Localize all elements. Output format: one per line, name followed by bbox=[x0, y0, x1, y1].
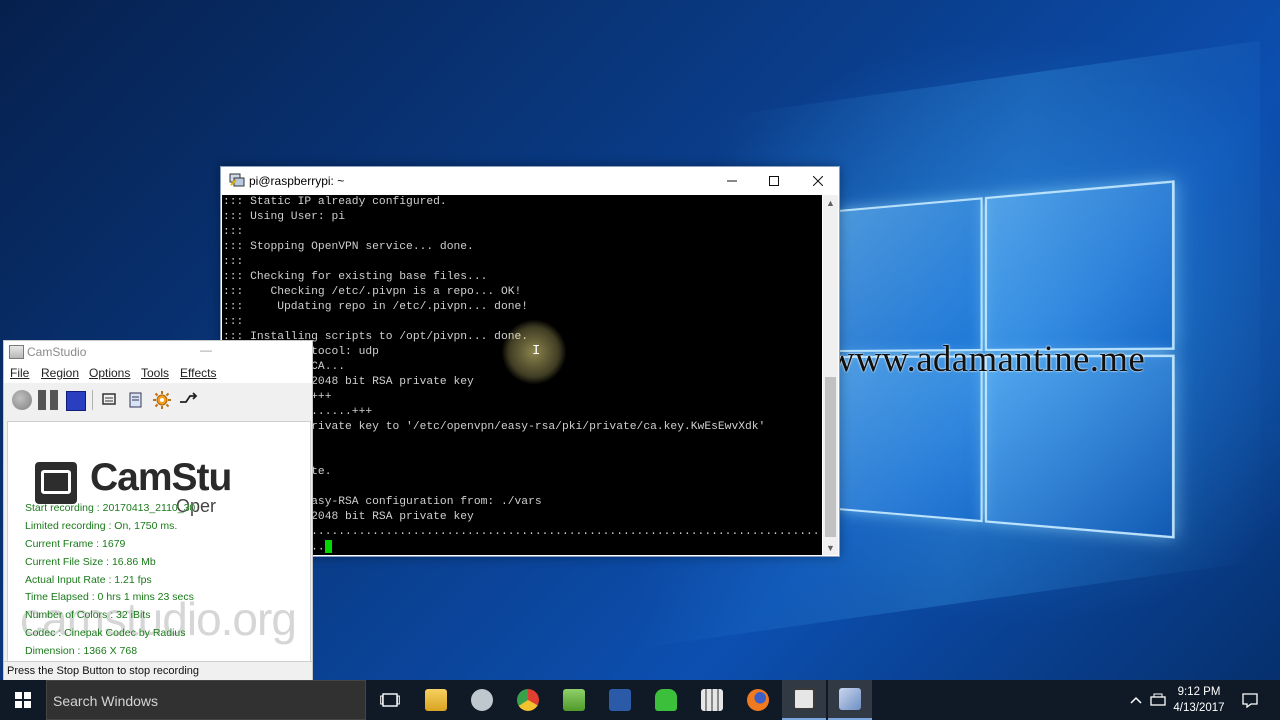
search-placeholder: Search Windows bbox=[53, 693, 158, 709]
annotation-icon[interactable] bbox=[126, 390, 146, 410]
close-icon bbox=[813, 176, 823, 186]
stat-colors: Number of Colors : 32 iBits bbox=[25, 607, 195, 625]
putty-icon bbox=[229, 173, 245, 187]
terminal-cursor bbox=[325, 540, 332, 553]
maximize-button[interactable] bbox=[753, 167, 795, 194]
logo-pane bbox=[985, 180, 1175, 351]
powershell-icon bbox=[609, 689, 631, 711]
terminal-line: ::: Using User: pi bbox=[222, 210, 822, 225]
scroll-down-arrow-icon[interactable]: ▼ bbox=[823, 540, 838, 555]
terminal-line: ::: Updating repo in /etc/.pivpn... done… bbox=[222, 300, 822, 315]
android-icon bbox=[655, 689, 677, 711]
status-text: Press the Stop Button to stop recording bbox=[7, 665, 199, 677]
watermark-text: www.adamantine.me bbox=[828, 338, 1145, 381]
stat-start-recording: Start recording : 20170413_2110_30 bbox=[25, 500, 195, 518]
terminal-line: ::: Checking for existing base files... bbox=[222, 270, 822, 285]
taskbar: Search Windows 9:12 PM 4/13/2017 bbox=[0, 680, 1280, 720]
menu-region[interactable]: Region bbox=[41, 366, 79, 380]
terminal-line: ::: Static IP already configured. bbox=[222, 195, 822, 210]
taskbar-file-explorer[interactable] bbox=[414, 680, 458, 720]
camstudio-logo-icon bbox=[35, 462, 77, 504]
camstudio-logo-text: CamStu bbox=[90, 456, 231, 500]
menu-effects[interactable]: Effects bbox=[180, 366, 216, 380]
camstudio-icon bbox=[793, 688, 815, 710]
network-icon bbox=[1150, 693, 1166, 707]
gear-icon[interactable] bbox=[152, 390, 172, 410]
taskbar-camstudio[interactable] bbox=[782, 680, 826, 720]
stat-file-size: Current File Size : 16.86 Mb bbox=[25, 554, 195, 572]
terminal-line: ::: bbox=[222, 255, 822, 270]
start-button[interactable] bbox=[0, 680, 46, 720]
taskbar-android[interactable] bbox=[644, 680, 688, 720]
taskbar-notepad-plus[interactable] bbox=[552, 680, 596, 720]
camstudio-icon bbox=[9, 345, 24, 359]
recording-stats: Start recording : 20170413_2110_30 Limit… bbox=[25, 500, 195, 661]
task-view-button[interactable] bbox=[368, 680, 412, 720]
logo-pane bbox=[985, 355, 1175, 539]
clock-time: 9:12 PM bbox=[1166, 684, 1232, 700]
record-button[interactable] bbox=[12, 390, 32, 410]
stat-limited-recording: Limited recording : On, 1750 ms. bbox=[25, 518, 195, 536]
putty-titlebar[interactable]: pi@raspberrypi: ~ bbox=[221, 167, 839, 194]
camstudio-toolbar bbox=[4, 385, 312, 415]
stat-dimension: Dimension : 1366 X 768 bbox=[25, 643, 195, 661]
camstudio-menubar: File Region Options Tools Effects bbox=[4, 363, 312, 383]
camstudio-title: CamStudio bbox=[27, 345, 86, 359]
task-view-icon bbox=[380, 692, 400, 708]
clock-date: 4/13/2017 bbox=[1166, 700, 1232, 716]
putty-icon bbox=[839, 688, 861, 710]
minimize-icon bbox=[727, 176, 737, 186]
camstudio-titlebar[interactable]: CamStudio — bbox=[4, 341, 312, 363]
settings-app-icon bbox=[471, 689, 493, 711]
stat-current-frame: Current Frame : 1679 bbox=[25, 536, 195, 554]
pause-button[interactable] bbox=[38, 390, 58, 410]
stat-codec: Codec : Cinepak Codec by Radius bbox=[25, 625, 195, 643]
windows-start-icon bbox=[15, 692, 31, 708]
show-hidden-icons-button[interactable] bbox=[1126, 680, 1146, 720]
maximize-icon bbox=[769, 176, 779, 186]
minimize-button[interactable] bbox=[711, 167, 753, 194]
close-button[interactable] bbox=[797, 167, 839, 194]
firefox-icon bbox=[747, 689, 769, 711]
putty-title: pi@raspberrypi: ~ bbox=[249, 174, 344, 188]
chrome-icon bbox=[517, 689, 539, 711]
calculator-icon bbox=[701, 689, 723, 711]
taskbar-powershell[interactable] bbox=[598, 680, 642, 720]
stat-input-rate: Actual Input Rate : 1.21 fps bbox=[25, 572, 195, 590]
stat-time-elapsed: Time Elapsed : 0 hrs 1 mins 23 secs bbox=[25, 589, 195, 607]
terminal-scrollbar[interactable]: ▲ ▼ bbox=[823, 195, 838, 555]
notification-icon bbox=[1242, 693, 1258, 708]
network-button[interactable] bbox=[1148, 680, 1168, 720]
text-cursor-icon: I bbox=[532, 343, 541, 359]
action-center-button[interactable] bbox=[1238, 680, 1262, 720]
menu-options[interactable]: Options bbox=[89, 366, 130, 380]
camstudio-preview: CamStu Oper camstudio.org Start recordin… bbox=[7, 421, 311, 663]
taskbar-calculator[interactable] bbox=[690, 680, 734, 720]
menu-file[interactable]: File bbox=[10, 366, 29, 380]
taskbar-settings-app[interactable] bbox=[460, 680, 504, 720]
camstudio-window[interactable]: CamStudio — File Region Options Tools Ef… bbox=[3, 340, 313, 682]
minimize-icon[interactable]: — bbox=[200, 343, 212, 357]
taskbar-firefox[interactable] bbox=[736, 680, 780, 720]
autopan-icon[interactable] bbox=[178, 390, 198, 410]
terminal-line: ::: Checking /etc/.pivpn is a repo... OK… bbox=[222, 285, 822, 300]
toolbar-divider bbox=[92, 390, 93, 410]
taskbar-chrome[interactable] bbox=[506, 680, 550, 720]
chevron-up-icon bbox=[1130, 696, 1142, 704]
scrollbar-thumb[interactable] bbox=[825, 377, 836, 537]
taskbar-putty[interactable] bbox=[828, 680, 872, 720]
terminal-line: ::: Stopping OpenVPN service... done. bbox=[222, 240, 822, 255]
logo-pane bbox=[838, 197, 983, 352]
notepad-plus-icon bbox=[563, 689, 585, 711]
camstudio-statusbar: Press the Stop Button to stop recording bbox=[4, 661, 312, 682]
file-explorer-icon bbox=[425, 689, 447, 711]
terminal-line: ::: bbox=[222, 225, 822, 240]
search-box[interactable]: Search Windows bbox=[46, 680, 366, 720]
scroll-up-arrow-icon[interactable]: ▲ bbox=[823, 195, 838, 210]
region-icon[interactable] bbox=[100, 390, 120, 410]
system-clock[interactable]: 9:12 PM 4/13/2017 bbox=[1166, 684, 1232, 716]
stop-button[interactable] bbox=[66, 391, 86, 411]
menu-tools[interactable]: Tools bbox=[141, 366, 169, 380]
